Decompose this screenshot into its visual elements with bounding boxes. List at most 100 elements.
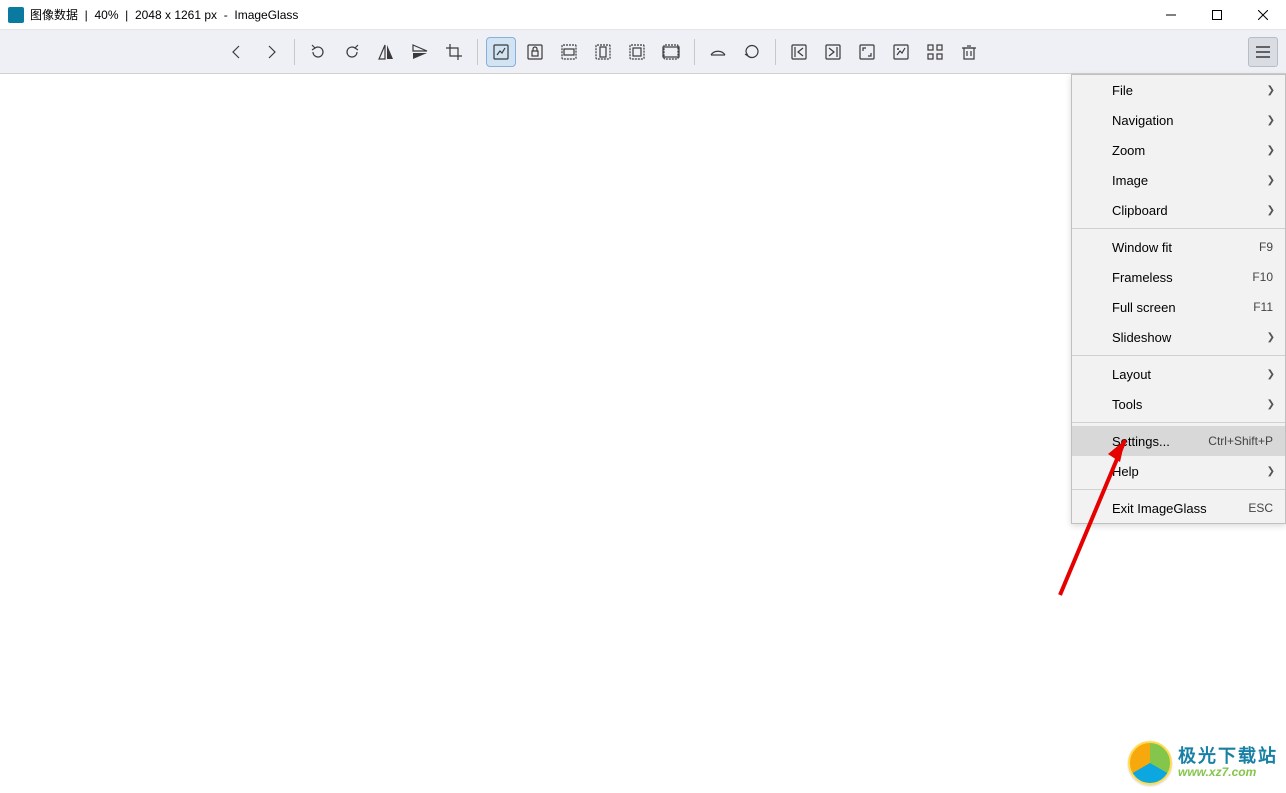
watermark-title: 极光下载站	[1178, 747, 1278, 767]
watermark: 极光下载站 www.xz7.com	[1128, 741, 1278, 785]
next-button[interactable]	[256, 37, 286, 67]
flip-h-button[interactable]	[371, 37, 401, 67]
scale-to-fit-button[interactable]	[622, 37, 652, 67]
toolbar-separator	[477, 39, 478, 65]
window-fit-button[interactable]	[852, 37, 882, 67]
menu-item-window-fit[interactable]: Window fitF9	[1072, 232, 1285, 262]
menu-item-shortcut: ESC	[1248, 501, 1273, 515]
menu-item-navigation[interactable]: Navigation❯	[1072, 105, 1285, 135]
toolbar	[0, 30, 1286, 74]
title-filename: 图像数据	[30, 6, 78, 23]
thumbnail-button[interactable]	[920, 37, 950, 67]
rotate-ccw-icon	[308, 42, 328, 62]
menu-item-slideshow[interactable]: Slideshow❯	[1072, 322, 1285, 352]
main-menu-button[interactable]	[1248, 37, 1278, 67]
menu-item-clipboard[interactable]: Clipboard❯	[1072, 195, 1285, 225]
lock-zoom-button[interactable]	[520, 37, 550, 67]
menu-item-label: File	[1112, 83, 1273, 98]
menu-item-label: Exit ImageGlass	[1112, 501, 1248, 516]
menu-item-label: Frameless	[1112, 270, 1252, 285]
minimize-button[interactable]	[1148, 0, 1194, 29]
title-zoom: 40%	[94, 8, 118, 22]
menu-item-settings[interactable]: Settings...Ctrl+Shift+P	[1072, 426, 1285, 456]
lock-icon	[525, 42, 545, 62]
actual-size-button[interactable]	[886, 37, 916, 67]
window-controls	[1148, 0, 1286, 29]
chevron-right-icon: ❯	[1267, 332, 1275, 343]
flip-h-icon	[376, 42, 396, 62]
menu-item-label: Full screen	[1112, 300, 1253, 315]
maximize-button[interactable]	[1194, 0, 1240, 29]
app-icon	[8, 7, 24, 23]
menu-item-label: Zoom	[1112, 143, 1273, 158]
chevron-right-icon: ❯	[1267, 145, 1275, 156]
auto-zoom-button[interactable]	[486, 37, 516, 67]
menu-item-exit-imageglass[interactable]: Exit ImageGlassESC	[1072, 493, 1285, 523]
watermark-logo-icon	[1128, 741, 1172, 785]
rotate-cw-button[interactable]	[337, 37, 367, 67]
menu-item-label: Help	[1112, 464, 1273, 479]
toolbar-separator	[294, 39, 295, 65]
toolbar-separator	[694, 39, 695, 65]
chevron-right-icon: ❯	[1267, 369, 1275, 380]
prev-button[interactable]	[222, 37, 252, 67]
crop-button[interactable]	[439, 37, 469, 67]
title-appname: ImageGlass	[234, 8, 298, 22]
window-fit-icon	[857, 42, 877, 62]
scale-fit-icon	[627, 42, 647, 62]
watermark-url: www.xz7.com	[1178, 766, 1278, 779]
flip-v-button[interactable]	[405, 37, 435, 67]
close-button[interactable]	[1240, 0, 1286, 29]
scale-to-fill-button[interactable]	[656, 37, 686, 67]
chevron-left-icon	[227, 42, 247, 62]
menu-item-label: Clipboard	[1112, 203, 1273, 218]
open-file-button[interactable]	[703, 37, 733, 67]
titlebar: 图像数据 | 40% | 2048 x 1261 px - ImageGlass	[0, 0, 1286, 30]
thumbnail-icon	[925, 42, 945, 62]
menu-item-shortcut: F9	[1259, 240, 1273, 254]
menu-item-label: Tools	[1112, 397, 1273, 412]
scale-to-height-button[interactable]	[588, 37, 618, 67]
menu-item-label: Image	[1112, 173, 1273, 188]
delete-button[interactable]	[954, 37, 984, 67]
menu-item-frameless[interactable]: FramelessF10	[1072, 262, 1285, 292]
menu-item-label: Slideshow	[1112, 330, 1273, 345]
scale-width-icon	[559, 42, 579, 62]
actual-size-icon	[891, 42, 911, 62]
open-icon	[708, 42, 728, 62]
title-dimensions: 2048 x 1261 px	[135, 8, 217, 22]
menu-item-label: Window fit	[1112, 240, 1259, 255]
menu-separator	[1072, 355, 1285, 356]
scale-height-icon	[593, 42, 613, 62]
menu-item-layout[interactable]: Layout❯	[1072, 359, 1285, 389]
menu-item-file[interactable]: File❯	[1072, 75, 1285, 105]
crop-icon	[444, 42, 464, 62]
menu-item-label: Settings...	[1112, 434, 1208, 449]
menu-item-help[interactable]: Help❯	[1072, 456, 1285, 486]
refresh-icon	[742, 42, 762, 62]
scale-fill-icon	[661, 42, 681, 62]
chevron-right-icon: ❯	[1267, 85, 1275, 96]
goto-first-button[interactable]	[784, 37, 814, 67]
goto-last-button[interactable]	[818, 37, 848, 67]
menu-item-full-screen[interactable]: Full screenF11	[1072, 292, 1285, 322]
menu-separator	[1072, 422, 1285, 423]
flip-v-icon	[410, 42, 430, 62]
menu-item-zoom[interactable]: Zoom❯	[1072, 135, 1285, 165]
menu-separator	[1072, 228, 1285, 229]
rotate-ccw-button[interactable]	[303, 37, 333, 67]
chevron-right-icon	[261, 42, 281, 62]
chevron-right-icon: ❯	[1267, 205, 1275, 216]
menu-item-shortcut: Ctrl+Shift+P	[1208, 434, 1273, 448]
trash-icon	[959, 42, 979, 62]
chevron-right-icon: ❯	[1267, 399, 1275, 410]
menu-item-shortcut: F10	[1252, 270, 1273, 284]
goto-last-icon	[823, 42, 843, 62]
auto-zoom-icon	[491, 42, 511, 62]
menu-item-image[interactable]: Image❯	[1072, 165, 1285, 195]
chevron-right-icon: ❯	[1267, 115, 1275, 126]
goto-first-icon	[789, 42, 809, 62]
refresh-button[interactable]	[737, 37, 767, 67]
scale-to-width-button[interactable]	[554, 37, 584, 67]
menu-item-tools[interactable]: Tools❯	[1072, 389, 1285, 419]
